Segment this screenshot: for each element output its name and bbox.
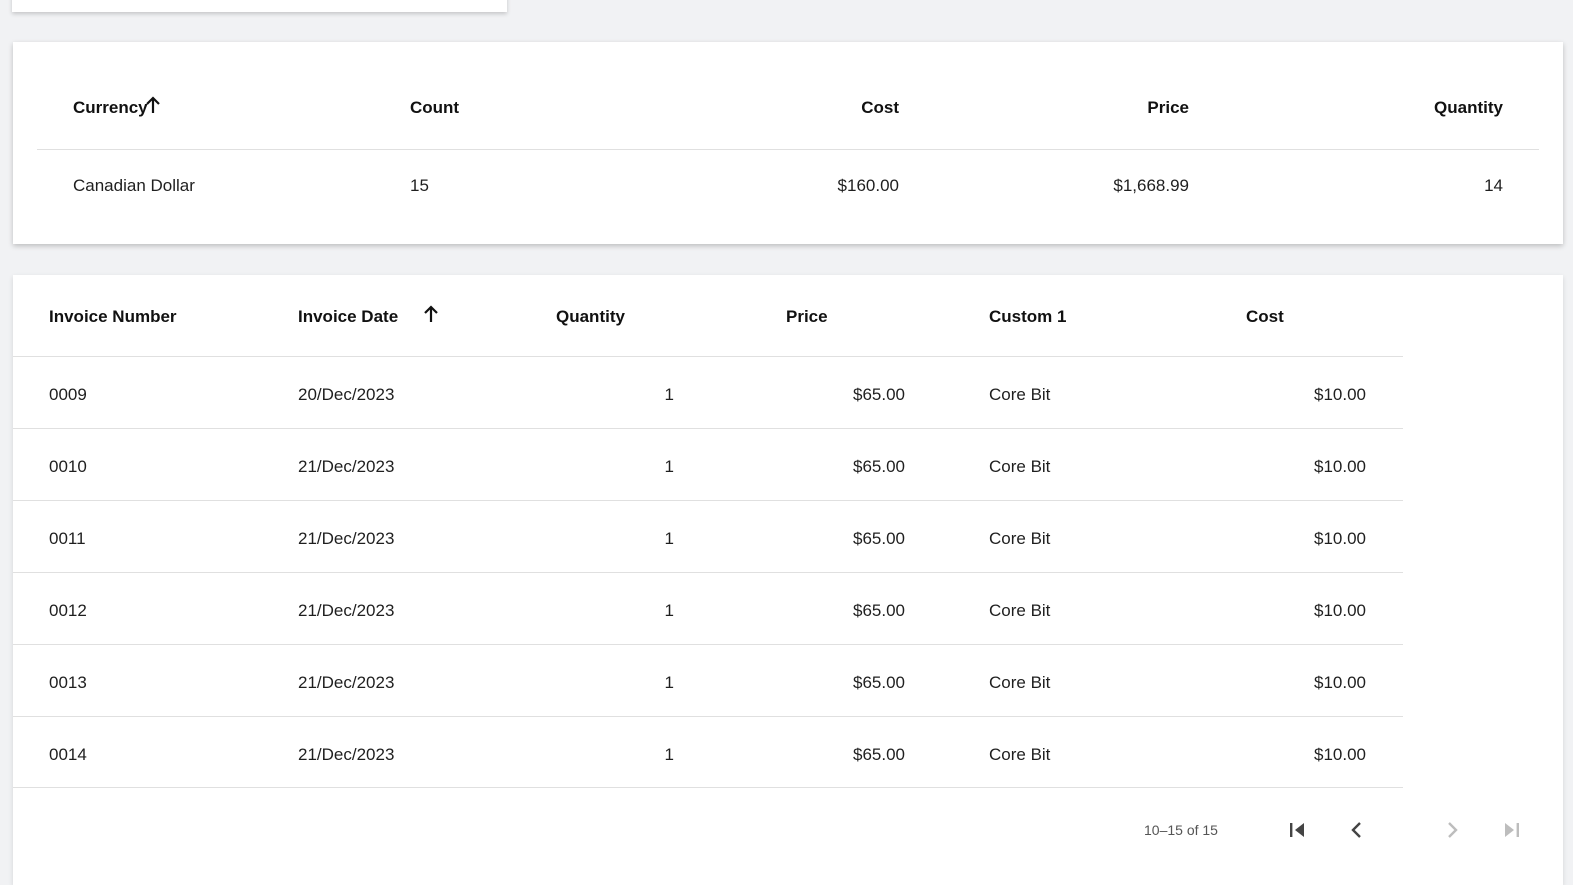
price-cell: $65.00 bbox=[853, 673, 905, 692]
invoice-date-cell: 21/Dec/2023 bbox=[298, 745, 395, 764]
sort-ascending-icon[interactable] bbox=[422, 304, 440, 324]
column-header-currency[interactable]: Currency bbox=[73, 98, 148, 118]
column-header-invoice-date[interactable]: Invoice Date bbox=[298, 307, 398, 327]
invoice-number-cell: 0009 bbox=[49, 385, 87, 404]
column-header-count[interactable]: Count bbox=[410, 98, 459, 118]
header-divider bbox=[13, 356, 1403, 357]
column-header-quantity[interactable]: Quantity bbox=[556, 307, 625, 327]
price-cell: $65.00 bbox=[853, 745, 905, 764]
first-page-icon bbox=[1290, 823, 1304, 837]
quantity-cell: 1 bbox=[664, 385, 674, 404]
column-header-price[interactable]: Price bbox=[1147, 98, 1189, 118]
invoice-date-cell: 20/Dec/2023 bbox=[298, 385, 395, 404]
cost-cell: $10.00 bbox=[1314, 385, 1366, 404]
custom-1-cell: Core Bit bbox=[989, 745, 1051, 764]
quantity-cell: 1 bbox=[664, 529, 674, 548]
chevron-left-icon bbox=[1351, 822, 1361, 838]
row-divider bbox=[13, 644, 1403, 645]
price-cell: $65.00 bbox=[853, 457, 905, 476]
price-cell: $65.00 bbox=[853, 529, 905, 548]
quantity-cell: 1 bbox=[664, 673, 674, 692]
column-header-cost[interactable]: Cost bbox=[1246, 307, 1284, 327]
custom-1-cell: Core Bit bbox=[989, 673, 1051, 692]
summary-cell-price: $1,668.99 bbox=[1113, 176, 1189, 195]
summary-cell-cost: $160.00 bbox=[837, 176, 899, 195]
row-divider bbox=[13, 500, 1403, 501]
price-cell: $65.00 bbox=[853, 601, 905, 620]
invoice-number-cell: 0014 bbox=[49, 745, 87, 764]
summary-cell-count: 15 bbox=[410, 176, 429, 195]
quantity-cell: 1 bbox=[664, 601, 674, 620]
first-page-button[interactable] bbox=[1281, 814, 1313, 846]
custom-1-cell: Core Bit bbox=[989, 457, 1051, 476]
summary-cell-quantity: 14 bbox=[1484, 176, 1503, 195]
cost-cell: $10.00 bbox=[1314, 673, 1366, 692]
custom-1-cell: Core Bit bbox=[989, 601, 1051, 620]
invoice-number-cell: 0013 bbox=[49, 673, 87, 692]
quantity-cell: 1 bbox=[664, 745, 674, 764]
quantity-cell: 1 bbox=[664, 457, 674, 476]
column-header-quantity[interactable]: Quantity bbox=[1434, 98, 1503, 118]
cost-cell: $10.00 bbox=[1314, 457, 1366, 476]
cost-cell: $10.00 bbox=[1314, 745, 1366, 764]
invoice-date-cell: 21/Dec/2023 bbox=[298, 529, 395, 548]
next-page-button[interactable] bbox=[1436, 814, 1468, 846]
last-page-button[interactable] bbox=[1496, 814, 1528, 846]
cost-cell: $10.00 bbox=[1314, 529, 1366, 548]
top-card bbox=[12, 0, 507, 12]
custom-1-cell: Core Bit bbox=[989, 385, 1051, 404]
column-header-custom-1[interactable]: Custom 1 bbox=[989, 307, 1066, 327]
row-divider bbox=[13, 572, 1403, 573]
invoice-number-cell: 0010 bbox=[49, 457, 87, 476]
last-page-icon bbox=[1505, 823, 1519, 837]
column-header-price[interactable]: Price bbox=[786, 307, 828, 327]
invoice-date-cell: 21/Dec/2023 bbox=[298, 673, 395, 692]
currency-summary-table: Currency Count Cost Price Quantity Canad… bbox=[13, 42, 1563, 244]
header-divider bbox=[37, 149, 1539, 150]
previous-page-button[interactable] bbox=[1341, 814, 1373, 846]
chevron-right-icon bbox=[1448, 822, 1458, 838]
invoice-number-cell: 0012 bbox=[49, 601, 87, 620]
invoice-date-cell: 21/Dec/2023 bbox=[298, 457, 395, 476]
column-header-invoice-number[interactable]: Invoice Number bbox=[49, 307, 177, 327]
sort-ascending-icon[interactable] bbox=[144, 95, 162, 115]
price-cell: $65.00 bbox=[853, 385, 905, 404]
custom-1-cell: Core Bit bbox=[989, 529, 1051, 548]
pagination-range: 10–15 of 15 bbox=[1144, 822, 1218, 838]
invoice-detail-table: Invoice Number Invoice Date Quantity Pri… bbox=[13, 275, 1563, 885]
column-header-cost[interactable]: Cost bbox=[861, 98, 899, 118]
row-divider bbox=[13, 428, 1403, 429]
cost-cell: $10.00 bbox=[1314, 601, 1366, 620]
row-divider bbox=[13, 716, 1403, 717]
invoice-number-cell: 0011 bbox=[49, 529, 86, 548]
invoice-date-cell: 21/Dec/2023 bbox=[298, 601, 395, 620]
row-divider bbox=[13, 787, 1403, 788]
summary-cell-currency: Canadian Dollar bbox=[73, 176, 195, 195]
